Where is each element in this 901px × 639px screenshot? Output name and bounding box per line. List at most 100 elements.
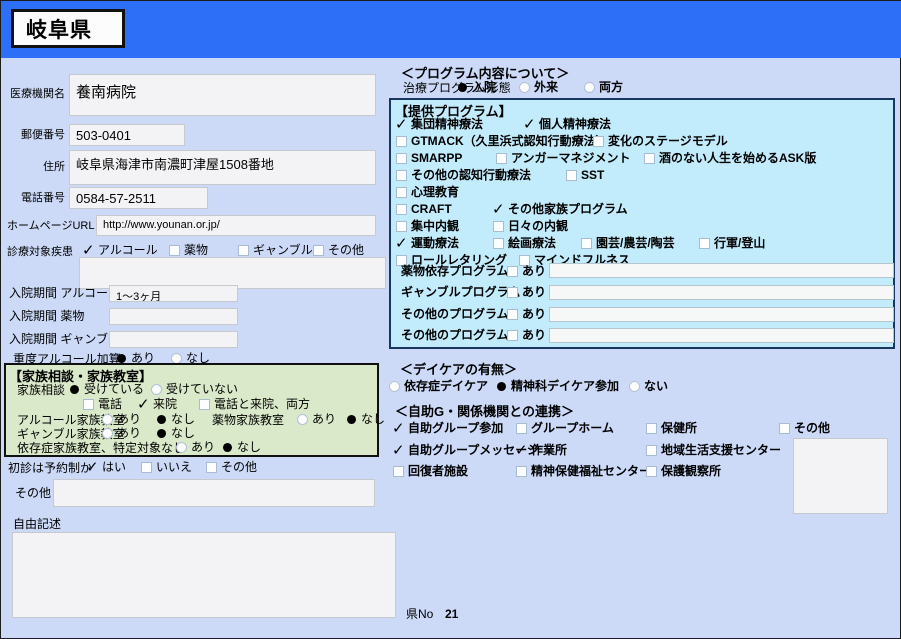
checkbox[interactable]	[238, 244, 249, 256]
address-field[interactable]: 岐阜県海津市南濃町津屋1508番地	[69, 150, 376, 185]
radio[interactable]	[519, 81, 530, 93]
option-label: アルコール	[98, 243, 158, 257]
first-visit-no: いいえ	[141, 460, 192, 474]
option-label: その他	[794, 421, 831, 435]
checkbox[interactable]	[141, 461, 152, 473]
checkbox[interactable]	[313, 244, 324, 256]
other-program-2-field[interactable]	[549, 328, 894, 343]
option-label: あり	[117, 412, 142, 426]
checkbox[interactable]	[699, 237, 710, 249]
admission-period-drug-field[interactable]	[109, 308, 238, 325]
checkbox[interactable]	[646, 444, 657, 456]
checkbox[interactable]	[507, 308, 518, 320]
checkbox[interactable]	[492, 202, 505, 217]
radio[interactable]	[457, 82, 468, 92]
checkbox[interactable]	[396, 135, 407, 147]
checkbox[interactable]	[566, 169, 577, 181]
option-label: 精神科デイケア参加	[511, 379, 620, 393]
radio[interactable]	[102, 413, 113, 425]
radio[interactable]	[297, 413, 308, 425]
free-text-area[interactable]	[12, 532, 396, 618]
checkbox[interactable]	[396, 203, 407, 215]
phone-number-field[interactable]: 0584-57-2511	[69, 187, 208, 209]
radio[interactable]	[102, 427, 113, 439]
option-label: 集団精神療法	[411, 117, 484, 131]
program-item-ask-version: 酒のない人生を始めるASK版	[644, 151, 816, 165]
checkbox[interactable]	[395, 236, 408, 251]
other-program-1-ari: あり	[507, 307, 546, 321]
checkbox[interactable]	[137, 397, 150, 412]
gambling-program-field[interactable]	[549, 285, 894, 300]
checkbox[interactable]	[392, 443, 405, 458]
checkbox[interactable]	[493, 220, 504, 232]
alcohol-family-class-nashi: なし	[156, 412, 195, 426]
checkbox[interactable]	[593, 135, 604, 147]
target-disease-label: 診療対象疾患	[7, 246, 73, 258]
radio[interactable]	[496, 381, 507, 391]
radio[interactable]	[171, 352, 182, 364]
coop-probation-office: 保護観察所	[646, 464, 721, 478]
radio[interactable]	[116, 353, 127, 363]
checkbox[interactable]	[206, 461, 217, 473]
checkbox[interactable]	[516, 422, 527, 434]
postal-code-label: 郵便番号	[21, 129, 65, 141]
radio[interactable]	[69, 384, 80, 394]
checkbox[interactable]	[523, 117, 536, 132]
radio[interactable]	[222, 442, 233, 452]
checkbox[interactable]	[396, 152, 407, 164]
checkbox[interactable]	[516, 465, 527, 477]
coop-health-center: 保健所	[646, 421, 697, 435]
facility-name-label: 医療機関名	[10, 88, 65, 100]
radio[interactable]	[629, 380, 640, 392]
checkbox[interactable]	[83, 398, 94, 410]
radio[interactable]	[389, 380, 400, 392]
checkbox[interactable]	[169, 244, 180, 256]
checkbox[interactable]	[396, 186, 407, 198]
homepage-url-field[interactable]: http://www.younan.or.jp/	[96, 215, 376, 236]
checkbox[interactable]	[493, 237, 504, 249]
coop-recovery-facility: 回復者施設	[393, 464, 468, 478]
checkbox[interactable]	[507, 286, 518, 298]
checkbox[interactable]	[581, 237, 592, 249]
checkbox[interactable]	[86, 460, 99, 475]
checkbox[interactable]	[644, 152, 655, 164]
option-label: その他	[328, 243, 365, 257]
option-label: グループホーム	[531, 421, 614, 435]
other-program-1-field[interactable]	[549, 307, 894, 322]
program-item-anger-management: アンガーマネジメント	[496, 151, 631, 165]
admission-period-alcohol-field[interactable]: 1～3ヶ月	[109, 285, 238, 302]
drug-dependence-program-field[interactable]	[549, 263, 894, 278]
checkbox[interactable]	[392, 421, 405, 436]
checkbox[interactable]	[646, 422, 657, 434]
checkbox[interactable]	[396, 169, 407, 181]
checkbox[interactable]	[507, 329, 518, 341]
option-label: CRAFT	[411, 202, 452, 216]
radio[interactable]	[346, 414, 357, 424]
checkbox[interactable]	[779, 422, 790, 434]
checkbox[interactable]	[646, 465, 657, 477]
radio[interactable]	[156, 414, 167, 424]
checkbox[interactable]	[496, 152, 507, 164]
option-label: SMARPP	[411, 151, 463, 165]
checkbox[interactable]	[396, 220, 407, 232]
checkbox[interactable]	[199, 398, 210, 410]
option-label: 回復者施設	[408, 464, 469, 478]
cooperation-note-area[interactable]	[793, 438, 888, 514]
gambling-family-class-ari: あり	[102, 426, 141, 440]
postal-code-field[interactable]: 503-0401	[69, 124, 185, 146]
radio[interactable]	[156, 428, 167, 438]
radio[interactable]	[584, 81, 595, 93]
checkbox[interactable]	[395, 117, 408, 132]
checkbox[interactable]	[515, 443, 528, 458]
checkbox[interactable]	[82, 243, 95, 258]
admission-period-gambling-field[interactable]	[109, 331, 238, 348]
other-field[interactable]	[53, 479, 375, 507]
facility-name-field[interactable]: 養南病院	[69, 74, 376, 116]
checkbox[interactable]	[507, 265, 518, 277]
coop-other: その他	[779, 421, 830, 435]
checkbox[interactable]	[393, 465, 404, 477]
radio[interactable]	[151, 383, 162, 395]
radio[interactable]	[176, 441, 187, 453]
option-label: あり	[522, 264, 547, 278]
family-method-both: 電話と来院、両方	[199, 397, 310, 411]
